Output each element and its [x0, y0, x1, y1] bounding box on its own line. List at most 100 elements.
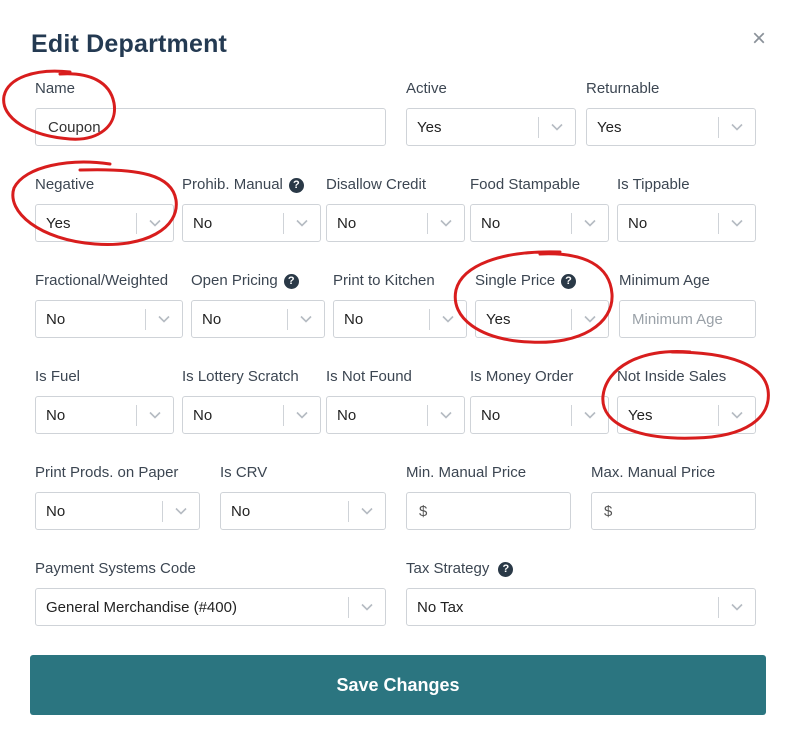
not-inside-sales-select[interactable]: Yes — [617, 396, 756, 434]
open-pricing-label: Open Pricing? — [191, 272, 299, 289]
min-manual-price-label: Min. Manual Price — [406, 464, 527, 481]
currency-prefix: $ — [604, 503, 613, 520]
select-separator — [718, 405, 719, 426]
chevron-down-icon — [731, 603, 743, 611]
disallow-credit-select[interactable]: No — [326, 204, 465, 242]
help-icon[interactable]: ? — [561, 274, 577, 289]
chevron-down-icon — [158, 315, 170, 323]
tax-strategy-select[interactable]: No Tax — [406, 588, 756, 626]
tax-strategy-label-text: Tax Strategy — [406, 560, 490, 577]
chevron-down-icon — [440, 219, 452, 227]
is-money-order-select[interactable]: No — [470, 396, 609, 434]
active-select[interactable]: Yes — [406, 108, 576, 146]
chevron-down-icon — [584, 315, 596, 323]
negative-value: Yes — [46, 215, 71, 232]
single-price-value: Yes — [486, 311, 511, 328]
payment-systems-code-select[interactable]: General Merchandise (#400) — [35, 588, 386, 626]
open-pricing-select[interactable]: No — [191, 300, 325, 338]
chevron-down-icon — [440, 411, 452, 419]
name-input[interactable]: Coupon — [35, 108, 386, 146]
chevron-down-icon — [731, 219, 743, 227]
select-separator — [283, 405, 284, 426]
select-separator — [287, 309, 288, 330]
prohib-manual-label: Prohib. Manual? — [182, 176, 304, 193]
help-icon[interactable]: ? — [288, 178, 304, 193]
food-stampable-label: Food Stampable — [470, 176, 581, 193]
fractional-weighted-value: No — [46, 311, 66, 328]
chevron-down-icon — [149, 411, 161, 419]
edit-department-dialog: Edit Department × Name Coupon Active Yes… — [0, 0, 794, 743]
chevron-down-icon — [300, 315, 312, 323]
select-separator — [348, 597, 349, 618]
is-tippable-select[interactable]: No — [617, 204, 756, 242]
select-separator — [136, 213, 137, 234]
chevron-down-icon — [584, 411, 596, 419]
single-price-select[interactable]: Yes — [475, 300, 609, 338]
is-fuel-select[interactable]: No — [35, 396, 174, 434]
min-manual-price-input[interactable]: $ — [406, 492, 571, 530]
is-money-order-label: Is Money Order — [470, 368, 574, 385]
is-money-order-value: No — [481, 407, 501, 424]
close-icon[interactable]: × — [748, 26, 770, 52]
chevron-down-icon — [361, 507, 373, 515]
is-fuel-value: No — [46, 407, 66, 424]
minimum-age-placeholder: Minimum Age — [632, 311, 723, 328]
disallow-credit-label: Disallow Credit — [326, 176, 427, 193]
help-icon[interactable]: ? — [498, 562, 514, 577]
returnable-select[interactable]: Yes — [586, 108, 756, 146]
chevron-down-icon — [442, 315, 454, 323]
select-separator — [348, 501, 349, 522]
select-separator — [571, 213, 572, 234]
select-separator — [162, 501, 163, 522]
select-separator — [538, 117, 539, 138]
prohib-manual-value: No — [193, 215, 213, 232]
select-separator — [718, 213, 719, 234]
prohib-manual-label-text: Prohib. Manual — [182, 176, 283, 193]
is-not-found-value: No — [337, 407, 357, 424]
is-crv-value: No — [231, 503, 251, 520]
chevron-down-icon — [731, 123, 743, 131]
food-stampable-select[interactable]: No — [470, 204, 609, 242]
select-separator — [136, 405, 137, 426]
print-to-kitchen-select[interactable]: No — [333, 300, 467, 338]
currency-prefix: $ — [419, 503, 428, 520]
chevron-down-icon — [584, 219, 596, 227]
max-manual-price-input[interactable]: $ — [591, 492, 756, 530]
is-not-found-select[interactable]: No — [326, 396, 465, 434]
chevron-down-icon — [551, 123, 563, 131]
is-tippable-label: Is Tippable — [617, 176, 690, 193]
not-inside-sales-label: Not Inside Sales — [617, 368, 727, 385]
help-icon[interactable]: ? — [283, 274, 299, 289]
minimum-age-input[interactable]: Minimum Age — [619, 300, 756, 338]
save-changes-button[interactable]: Save Changes — [30, 655, 766, 715]
prohib-manual-select[interactable]: No — [182, 204, 321, 242]
name-label: Name — [35, 80, 76, 97]
fractional-weighted-select[interactable]: No — [35, 300, 183, 338]
chevron-down-icon — [175, 507, 187, 515]
print-prods-on-paper-value: No — [46, 503, 66, 520]
is-tippable-value: No — [628, 215, 648, 232]
returnable-value: Yes — [597, 119, 622, 136]
minimum-age-label: Minimum Age — [619, 272, 710, 289]
open-pricing-value: No — [202, 311, 222, 328]
select-separator — [427, 405, 428, 426]
select-separator — [571, 309, 572, 330]
select-separator — [718, 597, 719, 618]
name-value: Coupon — [48, 119, 101, 136]
disallow-credit-value: No — [337, 215, 357, 232]
negative-select[interactable]: Yes — [35, 204, 174, 242]
chevron-down-icon — [361, 603, 373, 611]
is-crv-select[interactable]: No — [220, 492, 386, 530]
food-stampable-value: No — [481, 215, 501, 232]
print-prods-on-paper-select[interactable]: No — [35, 492, 200, 530]
select-separator — [283, 213, 284, 234]
tax-strategy-label: Tax Strategy? — [406, 560, 514, 577]
active-label: Active — [406, 80, 447, 97]
negative-label: Negative — [35, 176, 95, 193]
is-not-found-label: Is Not Found — [326, 368, 412, 385]
fractional-weighted-label: Fractional/Weighted — [35, 272, 169, 289]
tax-strategy-value: No Tax — [417, 599, 464, 616]
is-fuel-label: Is Fuel — [35, 368, 81, 385]
open-pricing-label-text: Open Pricing — [191, 272, 278, 289]
is-lottery-scratch-select[interactable]: No — [182, 396, 321, 434]
